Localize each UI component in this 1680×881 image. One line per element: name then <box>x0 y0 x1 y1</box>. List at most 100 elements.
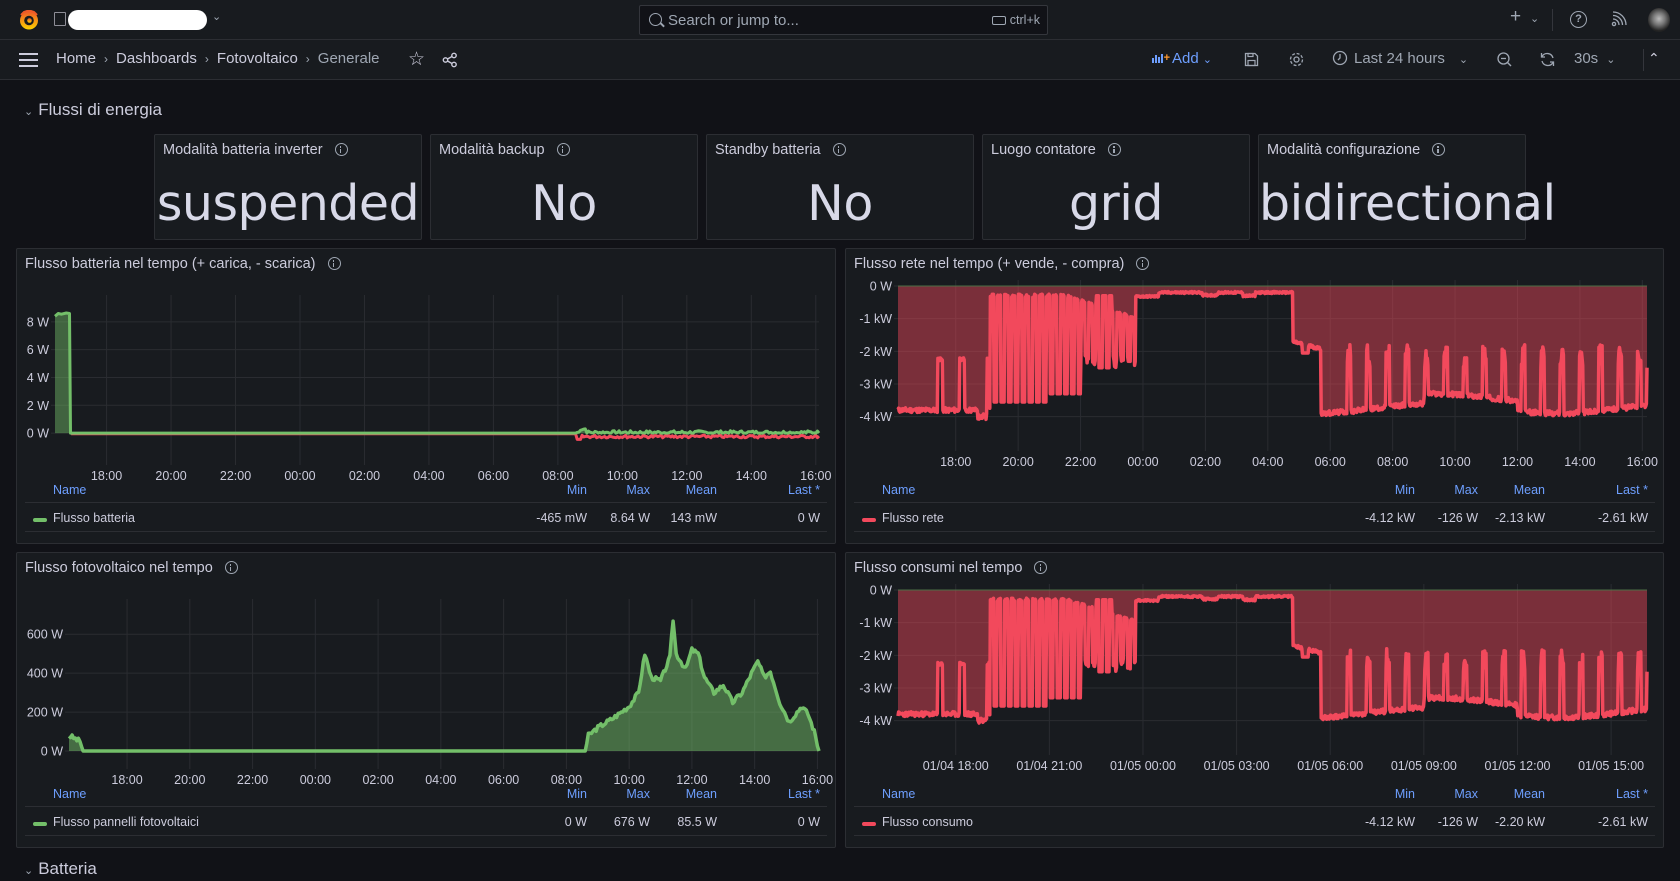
panel-title: Flusso batteria nel tempo (+ carica, - s… <box>25 256 341 272</box>
legend-value-max: -126 W <box>1437 511 1478 525</box>
x-tick-label: 14:00 <box>739 773 770 787</box>
chevron-down-icon[interactable]: ⌄ <box>1530 12 1539 25</box>
timeseries-panel-fotovoltaico: Flusso fotovoltaico nel tempo 18:00 20:00 2… <box>16 552 836 848</box>
x-tick-label: 20:00 <box>174 773 205 787</box>
refresh-interval-label: 30s <box>1574 50 1599 67</box>
legend-header-last[interactable]: Last * <box>1616 483 1648 497</box>
y-tick-label: -3 kW <box>859 682 892 696</box>
row-title: Batteria <box>38 859 97 878</box>
legend-header-mean[interactable]: Mean <box>1514 787 1545 801</box>
add-button[interactable]: + Add ⌄ <box>1152 50 1212 67</box>
legend-series-name[interactable]: Flusso batteria <box>53 511 135 525</box>
legend-header-name[interactable]: Name <box>882 483 915 497</box>
chart-plot[interactable]: 18:00 20:00 22:00 00:00 02:00 04:00 06:00 08:00… <box>17 583 835 793</box>
legend-header-max[interactable]: Max <box>626 483 650 497</box>
x-tick-label: 22:00 <box>237 773 268 787</box>
shortcut-label: ctrl+k <box>1009 13 1040 27</box>
info-icon[interactable] <box>327 257 341 270</box>
legend-header-max[interactable]: Max <box>1454 483 1478 497</box>
legend-header-min[interactable]: Min <box>567 787 587 801</box>
save-icon[interactable] <box>1244 52 1259 67</box>
legend-value-max: 8.64 W <box>610 511 650 525</box>
refresh-interval-picker[interactable]: 30s ⌄ <box>1574 50 1615 67</box>
settings-gear-icon[interactable] <box>1288 51 1305 68</box>
time-range-picker[interactable]: Last 24 hours ⌄ <box>1332 50 1468 67</box>
series-area-fill <box>55 313 819 434</box>
info-icon[interactable] <box>1136 257 1150 270</box>
star-icon[interactable]: ☆ <box>408 48 425 71</box>
legend-header-name[interactable]: Name <box>53 787 86 801</box>
row-header-batteria[interactable]: ⌄ Batteria <box>24 859 97 879</box>
legend-header-name[interactable]: Name <box>882 787 915 801</box>
legend-header-name[interactable]: Name <box>53 483 86 497</box>
breadcrumb-folder[interactable]: Fotovoltaico <box>217 50 298 67</box>
legend-divider <box>854 531 1655 532</box>
clock-icon <box>1332 50 1348 66</box>
search-icon <box>649 13 662 26</box>
add-panel-icon: + <box>1152 52 1170 64</box>
legend-color-swatch <box>862 518 876 522</box>
legend-header-min[interactable]: Min <box>1395 483 1415 497</box>
zoom-out-icon[interactable] <box>1496 51 1513 68</box>
breadcrumb-home[interactable]: Home <box>56 50 96 67</box>
x-tick-label: 20:00 <box>155 469 186 483</box>
chart-plot[interactable]: 18:00 20:00 22:00 00:00 02:00 04:00 06:00 08:00… <box>17 279 835 489</box>
breadcrumb-dashboards[interactable]: Dashboards <box>116 50 197 67</box>
search-input[interactable]: Search or jump to... ctrl+k <box>639 5 1048 35</box>
x-tick-label: 08:00 <box>542 469 573 483</box>
collapse-chevron-up-icon[interactable]: ⌃ <box>1648 50 1660 67</box>
legend-header-mean[interactable]: Mean <box>1514 483 1545 497</box>
legend-header-last[interactable]: Last * <box>788 483 820 497</box>
refresh-icon[interactable] <box>1539 51 1556 68</box>
legend-header-last[interactable]: Last * <box>1616 787 1648 801</box>
help-icon[interactable]: ? <box>1570 11 1587 28</box>
legend-header-min[interactable]: Min <box>567 483 587 497</box>
legend-header-max[interactable]: Max <box>626 787 650 801</box>
y-tick-label: 200 W <box>27 706 63 720</box>
legend-series-name[interactable]: Flusso rete <box>882 511 944 525</box>
legend-header-mean[interactable]: Mean <box>686 483 717 497</box>
new-plus-icon[interactable]: + <box>1510 6 1521 28</box>
legend-series-name[interactable]: Flusso pannelli fotovoltaici <box>53 815 199 829</box>
legend-series-name[interactable]: Flusso consumo <box>882 815 973 829</box>
panel-title: Flusso rete nel tempo (+ vende, - compra… <box>854 256 1150 272</box>
x-tick-label: 16:00 <box>802 773 833 787</box>
legend-header-max[interactable]: Max <box>1454 787 1478 801</box>
stat-value: No <box>531 175 597 232</box>
legend-header-last[interactable]: Last * <box>788 787 820 801</box>
row-header-flussi[interactable]: ⌄ Flussi di energia <box>24 100 162 120</box>
y-tick-label: 2 W <box>27 399 49 413</box>
user-avatar[interactable] <box>1648 8 1670 32</box>
x-tick-label: 04:00 <box>425 773 456 787</box>
legend-header-min[interactable]: Min <box>1395 787 1415 801</box>
chevron-down-icon[interactable]: ⌄ <box>212 10 221 23</box>
info-icon[interactable] <box>1034 561 1048 574</box>
organization-switcher[interactable] <box>68 10 207 30</box>
info-icon[interactable] <box>1432 143 1446 156</box>
info-icon[interactable] <box>556 143 570 156</box>
y-tick-label: 600 W <box>27 628 63 642</box>
x-tick-label: 22:00 <box>1065 455 1096 469</box>
grafana-logo-icon[interactable] <box>18 9 40 31</box>
news-rss-icon[interactable] <box>1611 11 1627 27</box>
panel-title-text: Modalità configurazione <box>1267 142 1421 158</box>
share-icon[interactable] <box>442 52 458 68</box>
info-icon[interactable] <box>832 143 846 156</box>
info-icon[interactable] <box>224 561 238 574</box>
y-tick-label: 8 W <box>27 315 49 329</box>
info-icon[interactable] <box>334 143 348 156</box>
chart-plot[interactable]: 01/04 18:00 01/04 21:00 01/05 00:00 01/05 0… <box>846 583 1663 793</box>
legend-divider <box>854 835 1655 836</box>
legend-divider <box>854 806 1655 807</box>
keyboard-shortcut: ctrl+k <box>991 13 1040 27</box>
chevron-right-icon: › <box>104 51 109 66</box>
scrollbar[interactable] <box>1668 81 1680 881</box>
legend-header-mean[interactable]: Mean <box>686 787 717 801</box>
organization-icon <box>54 12 66 26</box>
x-tick-label: 14:00 <box>736 469 767 483</box>
menu-icon[interactable] <box>19 53 38 67</box>
chart-plot[interactable]: 18:00 20:00 22:00 00:00 02:00 04:00 06:00 08:00… <box>846 279 1663 489</box>
x-tick-label: 12:00 <box>676 773 707 787</box>
info-icon[interactable] <box>1107 143 1121 156</box>
stat-value: bidirectional <box>1259 175 1556 232</box>
